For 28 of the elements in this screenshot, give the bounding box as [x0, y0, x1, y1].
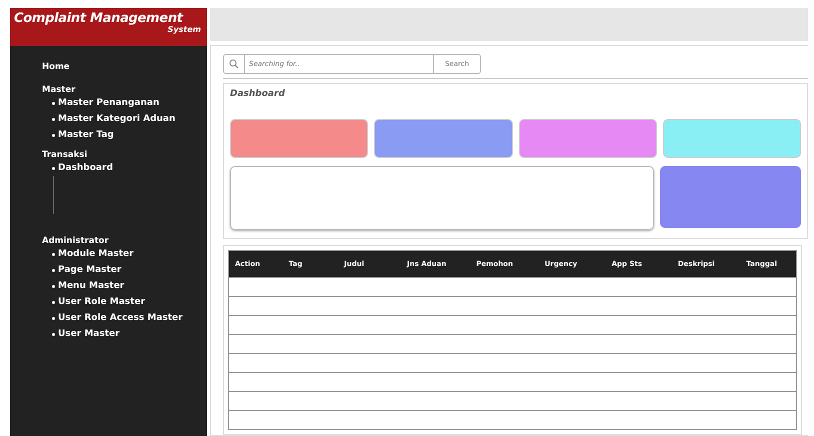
menu-section[interactable]: Home [42, 62, 70, 72]
menu-item[interactable]: User Role Master [58, 297, 146, 307]
bullet-icon [52, 332, 55, 336]
app-subtitle: System [168, 25, 201, 34]
bullet-icon [52, 134, 55, 136]
menu-item[interactable]: Master Penanganan [58, 98, 160, 108]
menu-item[interactable]: Dashboard [58, 163, 113, 173]
bullet-icon [52, 102, 55, 104]
app-title: Complaint Management [14, 11, 183, 26]
menu-section[interactable]: Master [42, 85, 76, 95]
menu-item[interactable]: Master Kategori Aduan [58, 114, 176, 124]
menu-section[interactable]: Administrator [42, 236, 109, 246]
bullet-icon [52, 284, 55, 288]
bullet-icon [52, 268, 55, 272]
menu-item[interactable]: Master Tag [58, 130, 114, 140]
panel-title: Dashboard [230, 89, 286, 99]
bullet-icon [52, 252, 55, 256]
menu-item[interactable]: Module Master [58, 249, 134, 259]
menu-item[interactable]: User Master [58, 329, 120, 339]
menu-item[interactable]: Page Master [58, 265, 122, 275]
search-icon [229, 59, 239, 69]
bullet-icon [52, 118, 55, 120]
menu-item[interactable]: User Role Access Master [58, 313, 183, 323]
menu-section[interactable]: Transaksi [42, 150, 88, 160]
bullet-icon [52, 316, 55, 320]
bullet-icon [52, 300, 55, 304]
menu-item[interactable]: Menu Master [58, 281, 124, 291]
bullet-icon [52, 166, 55, 170]
